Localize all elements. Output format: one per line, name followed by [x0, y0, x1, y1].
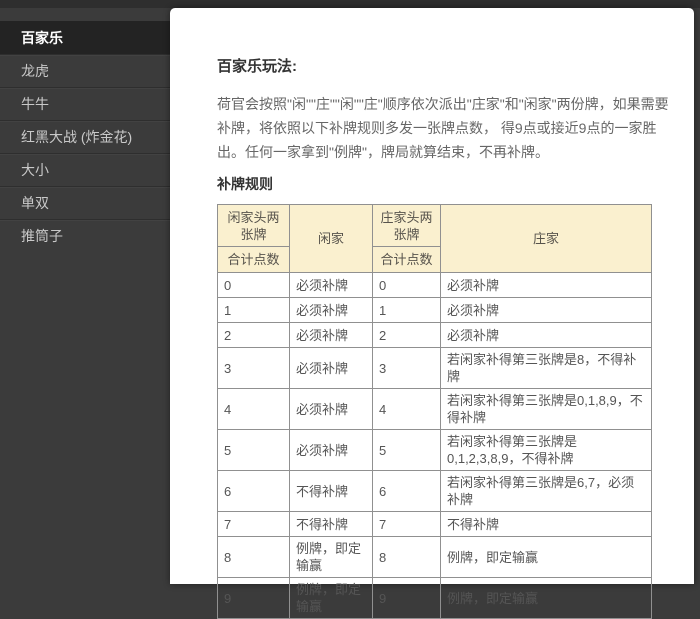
table-row: 0 必须补牌 0 必须补牌 — [218, 273, 652, 298]
player-total-cell: 8 — [218, 537, 290, 578]
table-row: 8 例牌，即定输赢 8 例牌，即定输赢 — [218, 537, 652, 578]
sidebar-item-niuniu[interactable]: 牛牛 — [0, 87, 170, 120]
player-rule-cell: 必须补牌 — [290, 389, 373, 430]
player-total-cell: 7 — [218, 512, 290, 537]
banker-total-cell: 5 — [373, 430, 441, 471]
banker-total-cell: 2 — [373, 323, 441, 348]
banker-rule-cell: 不得补牌 — [441, 512, 652, 537]
player-total-cell: 2 — [218, 323, 290, 348]
table-row: 7 不得补牌 7 不得补牌 — [218, 512, 652, 537]
player-rule-cell: 必须补牌 — [290, 298, 373, 323]
sidebar-item-tui-tong-zi[interactable]: 推筒子 — [0, 219, 170, 252]
banker-rule-cell: 若闲家补得第三张牌是0,1,8,9，不得补牌 — [441, 389, 652, 430]
player-total-cell: 4 — [218, 389, 290, 430]
table-row: 2 必须补牌 2 必须补牌 — [218, 323, 652, 348]
table-row: 4 必须补牌 4 若闲家补得第三张牌是0,1,8,9，不得补牌 — [218, 389, 652, 430]
table-row: 5 必须补牌 5 若闲家补得第三张牌是0,1,2,3,8,9，不得补牌 — [218, 430, 652, 471]
player-total-cell: 5 — [218, 430, 290, 471]
player-rule-cell: 不得补牌 — [290, 512, 373, 537]
header-banker-total-points: 合计点数 — [373, 247, 441, 273]
table-row: 6 不得补牌 6 若闲家补得第三张牌是6,7，必须补牌 — [218, 471, 652, 512]
draw-rules-table: 闲家头两张牌 闲家 庄家头两张牌 庄家 合计点数 合计点数 0 必须补牌 0 必… — [217, 204, 652, 619]
player-total-cell: 6 — [218, 471, 290, 512]
sidebar-item-big-small[interactable]: 大小 — [0, 153, 170, 186]
banker-total-cell: 4 — [373, 389, 441, 430]
banker-rule-cell: 必须补牌 — [441, 298, 652, 323]
header-player: 闲家 — [290, 205, 373, 273]
banker-rule-cell: 必须补牌 — [441, 273, 652, 298]
sidebar-item-odd-even[interactable]: 单双 — [0, 186, 170, 219]
header-player-total-points: 合计点数 — [218, 247, 290, 273]
sidebar-item-dragon-tiger[interactable]: 龙虎 — [0, 54, 170, 87]
banker-rule-cell: 若闲家补得第三张牌是8，不得补牌 — [441, 348, 652, 389]
banker-total-cell: 8 — [373, 537, 441, 578]
banker-rule-cell: 必须补牌 — [441, 323, 652, 348]
header-player-first-two-cards: 闲家头两张牌 — [218, 205, 290, 247]
header-banker: 庄家 — [441, 205, 652, 273]
banker-total-cell: 0 — [373, 273, 441, 298]
player-rule-cell: 必须补牌 — [290, 430, 373, 471]
banker-rule-cell: 若闲家补得第三张牌是6,7，必须补牌 — [441, 471, 652, 512]
content-panel: 百家乐玩法: 荷官会按照"闲""庄""闲""庄"顺序依次派出"庄家"和"闲家"两… — [170, 8, 694, 584]
header-banker-first-two-cards: 庄家头两张牌 — [373, 205, 441, 247]
player-rule-cell: 必须补牌 — [290, 323, 373, 348]
table-row: 3 必须补牌 3 若闲家补得第三张牌是8，不得补牌 — [218, 348, 652, 389]
player-total-cell: 0 — [218, 273, 290, 298]
banker-total-cell: 3 — [373, 348, 441, 389]
banker-total-cell: 7 — [373, 512, 441, 537]
table-row: 1 必须补牌 1 必须补牌 — [218, 298, 652, 323]
sidebar-item-baccarat[interactable]: 百家乐 — [0, 21, 170, 54]
banker-rule-cell: 若闲家补得第三张牌是0,1,2,3,8,9，不得补牌 — [441, 430, 652, 471]
rules-section-title: 补牌规则 — [217, 174, 666, 194]
banker-rule-cell: 例牌，即定输赢 — [441, 537, 652, 578]
player-rule-cell: 例牌，即定输赢 — [290, 537, 373, 578]
player-rule-cell: 不得补牌 — [290, 471, 373, 512]
player-total-cell: 1 — [218, 298, 290, 323]
player-rule-cell: 必须补牌 — [290, 348, 373, 389]
banker-total-cell: 6 — [373, 471, 441, 512]
top-bar — [0, 0, 700, 8]
sidebar-item-red-black-war[interactable]: 红黑大战 (炸金花) — [0, 120, 170, 153]
page-title: 百家乐玩法: — [217, 55, 666, 76]
game-description: 荷官会按照"闲""庄""闲""庄"顺序依次派出"庄家"和"闲家"两份牌，如果需要… — [217, 92, 669, 164]
table-header-row: 闲家头两张牌 闲家 庄家头两张牌 庄家 — [218, 205, 652, 247]
banker-total-cell: 1 — [373, 298, 441, 323]
sidebar: 百家乐 龙虎 牛牛 红黑大战 (炸金花) 大小 单双 推筒子 — [0, 8, 170, 584]
player-total-cell: 3 — [218, 348, 290, 389]
player-rule-cell: 必须补牌 — [290, 273, 373, 298]
